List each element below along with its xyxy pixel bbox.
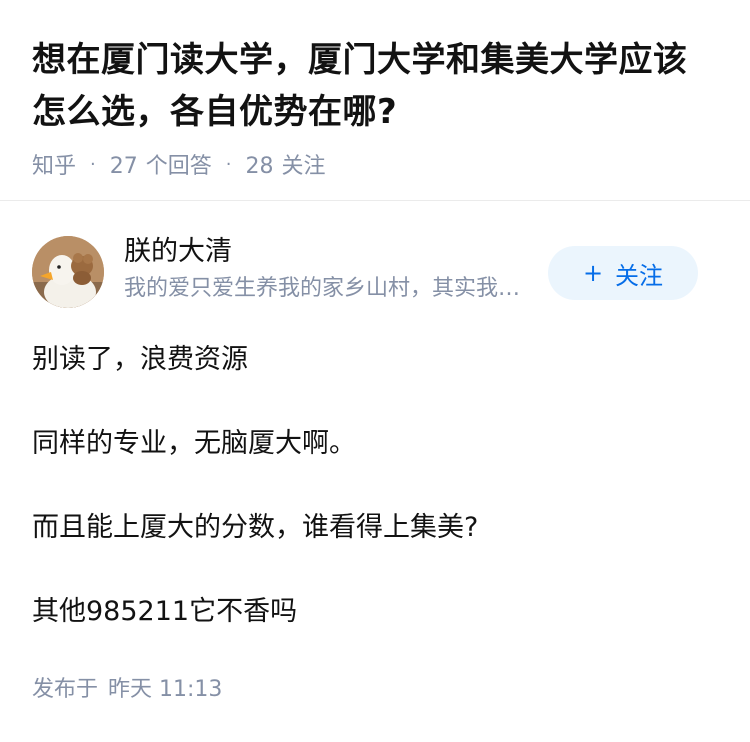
meta-separator-dot: ·	[225, 153, 232, 175]
platform-name: 知乎	[32, 154, 77, 179]
answer-paragraph: 同样的专业，无脑厦大啊。	[32, 428, 356, 459]
meta-separator-dot: ·	[90, 153, 96, 175]
question-title[interactable]: 想在厦门读大学，厦门大学和集美大学应该 怎么选，各自优势在哪?	[32, 34, 722, 138]
author-info: 朕的大清 我的爱只爱生养我的家乡山村，其实我的爱也很大，我的爱没边没沿	[124, 234, 544, 304]
follow-button-label: 关注	[615, 261, 664, 290]
answer-count-link[interactable]: 27 个回答	[110, 148, 212, 180]
follow-count-label: 关注	[281, 154, 326, 179]
author-bio: 我的爱只爱生养我的家乡山村，其实我的爱也很大，我的爱没边没沿	[124, 276, 534, 301]
author-row: 朕的大清 我的爱只爱生养我的家乡山村，其实我的爱也很大，我的爱没边没沿 + 关注	[32, 236, 718, 308]
answer-paragraph: 其他985211它不香吗	[32, 596, 298, 627]
question-title-line-1: 想在厦门读大学，厦门大学和集美大学应该	[32, 40, 688, 80]
avatar[interactable]	[32, 236, 104, 308]
publish-info: 发布于 昨天 11:13	[32, 674, 222, 706]
publish-time: 昨天 11:13	[108, 677, 223, 702]
answer-paragraph: 而且能上厦大的分数，谁看得上集美?	[32, 512, 479, 543]
answer-paragraph: 别读了，浪费资源	[32, 344, 248, 375]
answer-count: 27	[109, 154, 138, 179]
publish-label: 发布于	[32, 677, 99, 702]
question-header: 想在厦门读大学，厦门大学和集美大学应该 怎么选，各自优势在哪? 知乎 · 27 个…	[32, 34, 722, 180]
question-title-line-2: 怎么选，各自优势在哪?	[32, 92, 398, 132]
answer-count-label: 个回答	[145, 154, 212, 179]
author-name[interactable]: 朕的大清	[124, 234, 544, 270]
follow-count: 28	[245, 154, 274, 179]
answer-body: 别读了，浪费资源 同样的专业，无脑厦大啊。 而且能上厦大的分数，谁看得上集美? …	[32, 340, 722, 632]
duck-avatar-icon	[32, 236, 104, 308]
follow-count-link[interactable]: 28 关注	[246, 148, 326, 180]
section-divider	[0, 200, 750, 201]
question-meta: 知乎 · 27 个回答 · 28 关注	[32, 148, 722, 180]
plus-icon: +	[582, 259, 604, 287]
follow-button[interactable]: + 关注	[548, 246, 698, 300]
